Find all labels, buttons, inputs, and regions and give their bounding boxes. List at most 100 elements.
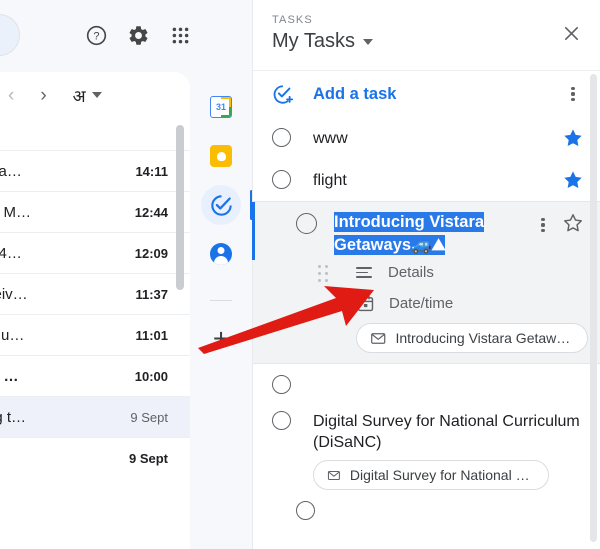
calendar-date-badge: 31 — [215, 102, 226, 112]
task-title-edit-field[interactable]: Introducing Vistara Getaways🚙⛰ — [317, 202, 532, 257]
mail-timestamp: 9 Sept — [128, 450, 168, 466]
chevron-down-icon — [362, 38, 373, 45]
mail-row[interactable]: tha… 14:11 — [0, 150, 190, 191]
screenshot-root: ? ‹ › अ a… 14:11 M… 12:44 4… 12:09 iv… 1… — [0, 0, 600, 549]
keep-icon — [210, 145, 232, 167]
side-rail-divider — [210, 300, 232, 301]
mail-list-scrollbar[interactable] — [176, 125, 184, 290]
mail-toolbar: ‹ › अ — [0, 72, 190, 118]
datetime-label: Date/time — [389, 295, 454, 312]
linked-email-label: Introducing Vistara Getawa… — [395, 330, 572, 346]
task-list-selector[interactable]: My Tasks — [272, 30, 600, 53]
linked-email-chip[interactable]: Introducing Vistara Getawa… — [356, 323, 588, 353]
task-row[interactable] — [253, 490, 600, 526]
task-complete-checkbox[interactable] — [272, 375, 291, 394]
task-list-name: My Tasks — [272, 30, 355, 52]
mail-timestamp: 11:37 — [135, 286, 168, 302]
add-task-row[interactable]: Add a task — [253, 71, 600, 117]
mail-icon — [327, 470, 340, 480]
tasks-more-options-icon[interactable] — [562, 83, 584, 105]
tasks-panel: TASKS My Tasks Add a task www flight Int… — [252, 0, 600, 549]
mail-timestamp: 12:09 — [134, 245, 168, 261]
task-row[interactable]: www — [253, 117, 600, 159]
task-title: Digital Survey for National Curriculum (… — [313, 413, 580, 451]
star-icon[interactable] — [562, 169, 586, 196]
mail-list-panel: ‹ › अ s tha… 14:11 ar M… 12:44 .14… 12:09 ceiv… — [0, 72, 190, 549]
mail-timestamp: 10:00 — [134, 368, 168, 384]
add-task-label: Add a task — [313, 84, 397, 103]
task-title: www — [313, 130, 348, 147]
mail-timestamp: 12:44 — [134, 204, 168, 220]
add-task-icon — [273, 84, 294, 104]
task-more-options-icon[interactable] — [532, 214, 554, 236]
task-title — [291, 364, 586, 375]
next-page-button[interactable]: › — [40, 86, 46, 105]
help-icon[interactable]: ? — [76, 15, 116, 55]
task-datetime-row[interactable]: Date/time — [272, 288, 586, 319]
task-details-row[interactable]: Details — [272, 257, 586, 288]
mail-snippet: ng t… — [0, 408, 27, 426]
star-icon[interactable] — [562, 127, 586, 154]
details-label: Details — [388, 264, 434, 281]
task-row[interactable]: flight — [253, 159, 600, 201]
task-complete-checkbox[interactable] — [296, 213, 317, 234]
side-rail-item-keep[interactable] — [201, 136, 241, 176]
task-row[interactable] — [253, 364, 600, 400]
mail-snippet: ceiv… — [0, 285, 28, 303]
mail-list-header: s — [0, 118, 190, 150]
mail-row[interactable]: ar M… 12:44 — [0, 191, 190, 232]
mail-row[interactable]: …9 Sept — [0, 437, 190, 478]
task-title-line-1: Introducing Vistara — [334, 212, 485, 232]
task-complete-checkbox[interactable] — [272, 128, 291, 147]
gear-icon[interactable] — [118, 15, 158, 55]
expanded-task-main-row: Introducing Vistara Getaways🚙⛰ — [272, 202, 586, 257]
mail-icon — [371, 332, 386, 344]
mail-row[interactable]: y! … 10:00 — [0, 355, 190, 396]
linked-email-chip[interactable]: Digital Survey for National Curricu… — [313, 460, 549, 490]
mail-row[interactable]: ng t… 9 Sept — [0, 396, 190, 437]
star-outline-icon[interactable] — [562, 212, 586, 239]
add-app-button[interactable]: + — [201, 319, 241, 359]
drag-handle-icon[interactable] — [318, 265, 329, 283]
task-row[interactable]: Digital Survey for National Curriculum (… — [253, 400, 600, 490]
mail-row[interactable]: ly u… 11:01 — [0, 314, 190, 355]
mail-snippet: ar M… — [0, 203, 31, 221]
google-apps-side-rail: 31 + — [190, 0, 253, 549]
svg-text:?: ? — [93, 30, 99, 42]
tasks-panel-scrollbar[interactable] — [590, 74, 597, 542]
task-complete-checkbox[interactable] — [296, 501, 315, 520]
tasks-icon — [210, 194, 232, 216]
task-complete-checkbox[interactable] — [272, 411, 291, 430]
task-title — [315, 490, 586, 501]
mail-row[interactable]: .14… 12:09 — [0, 232, 190, 273]
search-box-edge[interactable] — [0, 14, 20, 56]
task-title: flight — [313, 172, 347, 189]
mail-timestamp: 9 Sept — [130, 409, 168, 425]
contacts-icon — [210, 243, 232, 265]
task-complete-checkbox[interactable] — [272, 170, 291, 189]
language-selector[interactable]: अ — [73, 84, 102, 107]
mail-timestamp: 14:11 — [135, 163, 168, 179]
mail-snippet: ly u… — [0, 326, 25, 344]
side-rail-item-calendar[interactable]: 31 — [201, 87, 241, 127]
mail-timestamp: 11:01 — [135, 327, 168, 343]
mail-snippet: .14… — [0, 244, 22, 262]
mail-snippet: … — [0, 450, 129, 467]
tasks-panel-header: TASKS My Tasks — [253, 0, 600, 71]
mail-snippet: tha… — [0, 162, 22, 180]
details-icon — [356, 264, 374, 282]
language-label: अ — [72, 86, 86, 106]
chevron-down-icon — [91, 92, 102, 98]
close-icon[interactable] — [554, 16, 588, 50]
side-rail-item-contacts[interactable] — [201, 234, 241, 274]
calendar-icon: 31 — [210, 96, 232, 118]
calendar-icon — [357, 295, 374, 312]
previous-page-button[interactable]: ‹ — [8, 86, 14, 105]
linked-email-label: Digital Survey for National Curricu… — [349, 467, 533, 483]
mail-row[interactable]: ceiv… 11:37 — [0, 273, 190, 314]
task-title-line-2: Getaways🚙⛰ — [334, 235, 446, 255]
expanded-task-card[interactable]: Introducing Vistara Getaways🚙⛰ Details D… — [252, 201, 600, 364]
side-rail-item-tasks[interactable] — [201, 185, 253, 225]
mail-rows: tha… 14:11 ar M… 12:44 .14… 12:09 ceiv… 11:37 ly… — [0, 150, 190, 478]
mail-snippet: y! … — [0, 367, 19, 385]
